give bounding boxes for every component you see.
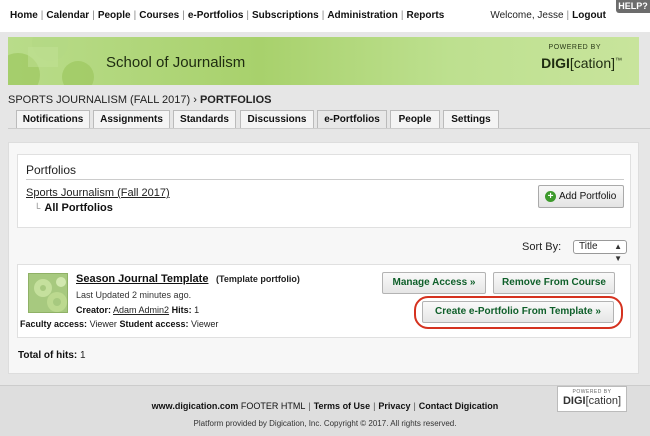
footer-separator: | — [308, 401, 311, 411]
gears-icon — [34, 277, 67, 312]
remove-from-course-button[interactable]: Remove From Course — [493, 272, 615, 294]
school-banner: School of Journalism POWERED BY DIGI[cat… — [8, 37, 639, 85]
page-footer: POWERED BY DIGI[cation] www.digication.c… — [0, 385, 650, 436]
add-portfolio-label: Add Portfolio — [559, 191, 617, 202]
creator-name-link[interactable]: Adam Admin2 — [113, 305, 169, 315]
nav-people[interactable]: People — [98, 10, 131, 21]
nav-courses[interactable]: Courses — [139, 10, 179, 21]
access-info: Faculty access: Viewer Student access: V… — [20, 319, 218, 329]
footer-privacy-link[interactable]: Privacy — [378, 401, 410, 411]
portfolios-divider — [26, 179, 624, 180]
logo-bold: DIGI — [541, 55, 570, 71]
create-eportfolio-from-template-button[interactable]: Create e-Portfolio From Template » — [422, 301, 614, 323]
all-portfolios-label: All Portfolios — [44, 202, 113, 214]
logout-link[interactable]: Logout — [572, 10, 606, 21]
breadcrumb-current: PORTFOLIOS — [199, 94, 272, 106]
footer-contact-link[interactable]: Contact Digication — [419, 401, 499, 411]
nav-separator: | — [133, 10, 137, 21]
template-type: (Template portfolio) — [216, 274, 300, 284]
tab-people[interactable]: People — [390, 110, 440, 128]
powered-by-text: POWERED BY — [548, 44, 601, 51]
tab-assignments[interactable]: Assignments — [93, 110, 170, 128]
nav-separator: | — [246, 10, 250, 21]
faculty-access-value: Viewer — [89, 319, 117, 329]
sort-select[interactable]: Title ▲ ▼ — [573, 240, 627, 263]
portfolios-box: Portfolios Sports Journalism (Fall 2017)… — [17, 154, 631, 228]
total-hits: Total of hits: 1 — [18, 350, 86, 361]
logo-tm: ™ — [615, 57, 622, 65]
creator-info: Creator: Adam Admin2 Hits: 1 — [76, 305, 199, 315]
welcome-text: Welcome, Jesse — [490, 10, 564, 21]
manage-access-button[interactable]: Manage Access » — [382, 272, 486, 294]
nav-administration[interactable]: Administration — [327, 10, 398, 21]
tab-notifications[interactable]: Notifications — [16, 110, 90, 128]
tab-settings[interactable]: Settings — [443, 110, 499, 128]
student-access-label: Student access: — [119, 319, 189, 329]
tab-standards[interactable]: Standards — [173, 110, 236, 128]
banner-decoration-icon — [8, 37, 94, 85]
plus-icon: + — [545, 190, 556, 202]
digication-logo[interactable]: DIGI[cation]™ — [541, 55, 622, 71]
footer-separator: | — [413, 401, 416, 411]
help-button[interactable]: HELP? — [616, 0, 650, 13]
sort-by-label: Sort By: — [522, 241, 562, 253]
nav-reports[interactable]: Reports — [406, 10, 444, 21]
portfolios-heading: Portfolios — [26, 163, 77, 177]
course-portfolio-link[interactable]: Sports Journalism (Fall 2017) — [26, 187, 170, 199]
top-navigation: Home | Calendar | People | Courses | e-Portfolio… — [0, 0, 650, 32]
total-hits-value: 1 — [80, 350, 86, 361]
footer-links: www.digication.com FOOTER HTML | Terms of … — [0, 401, 650, 411]
nav-home[interactable]: Home — [10, 10, 38, 21]
main-nav-links: Home | Calendar | People | Courses | e-Portfolio… — [10, 10, 444, 21]
nav-eportfolios[interactable]: e-Portfolios — [188, 10, 244, 21]
footer-terms-link[interactable]: Terms of Use — [314, 401, 370, 411]
tab-eportfolios[interactable]: e-Portfolios — [317, 110, 387, 128]
nav-separator: | — [92, 10, 95, 21]
nav-separator: | — [566, 10, 570, 21]
user-area: Welcome, Jesse | Logout — [490, 10, 606, 21]
breadcrumb-course[interactable]: SPORTS JOURNALISM (FALL 2017) — [8, 94, 190, 106]
breadcrumb-separator: › — [193, 94, 197, 106]
hits-label: Hits: — [171, 305, 192, 315]
logo-rest: [cation] — [569, 55, 615, 71]
school-name: School of Journalism — [106, 54, 246, 71]
subitem-arrow-icon: └ — [34, 203, 41, 213]
add-portfolio-button[interactable]: + Add Portfolio — [538, 185, 624, 208]
faculty-access-label: Faculty access: — [20, 319, 88, 329]
template-title-link[interactable]: Season Journal Template — [76, 273, 208, 285]
breadcrumb: SPORTS JOURNALISM (FALL 2017) › PORTFOLI… — [8, 94, 271, 106]
nav-calendar[interactable]: Calendar — [46, 10, 89, 21]
footer-powered-by: POWERED BY — [572, 389, 612, 395]
creator-label: Creator: — [76, 305, 112, 315]
nav-subscriptions[interactable]: Subscriptions — [252, 10, 319, 21]
hits-value: 1 — [194, 305, 200, 315]
template-thumbnail[interactable] — [28, 273, 68, 313]
updown-chevron-icon: ▲ ▼ — [614, 242, 622, 263]
nav-separator: | — [182, 10, 185, 21]
footer-copyright: Platform provided by Digication, Inc. Co… — [193, 419, 457, 428]
total-hits-label: Total of hits: — [18, 350, 78, 361]
all-portfolios-item[interactable]: └ All Portfolios — [34, 202, 113, 214]
student-access-value: Viewer — [190, 319, 219, 329]
template-item: Season Journal Template (Template portfo… — [17, 264, 631, 338]
sort-selected-value: Title — [579, 241, 598, 252]
tab-discussions[interactable]: Discussions — [240, 110, 314, 128]
footer-html-text: FOOTER HTML — [240, 401, 306, 411]
last-updated: Last Updated 2 minutes ago. — [76, 290, 192, 300]
tab-divider — [8, 128, 650, 129]
footer-site-link[interactable]: www.digication.com — [152, 401, 239, 411]
